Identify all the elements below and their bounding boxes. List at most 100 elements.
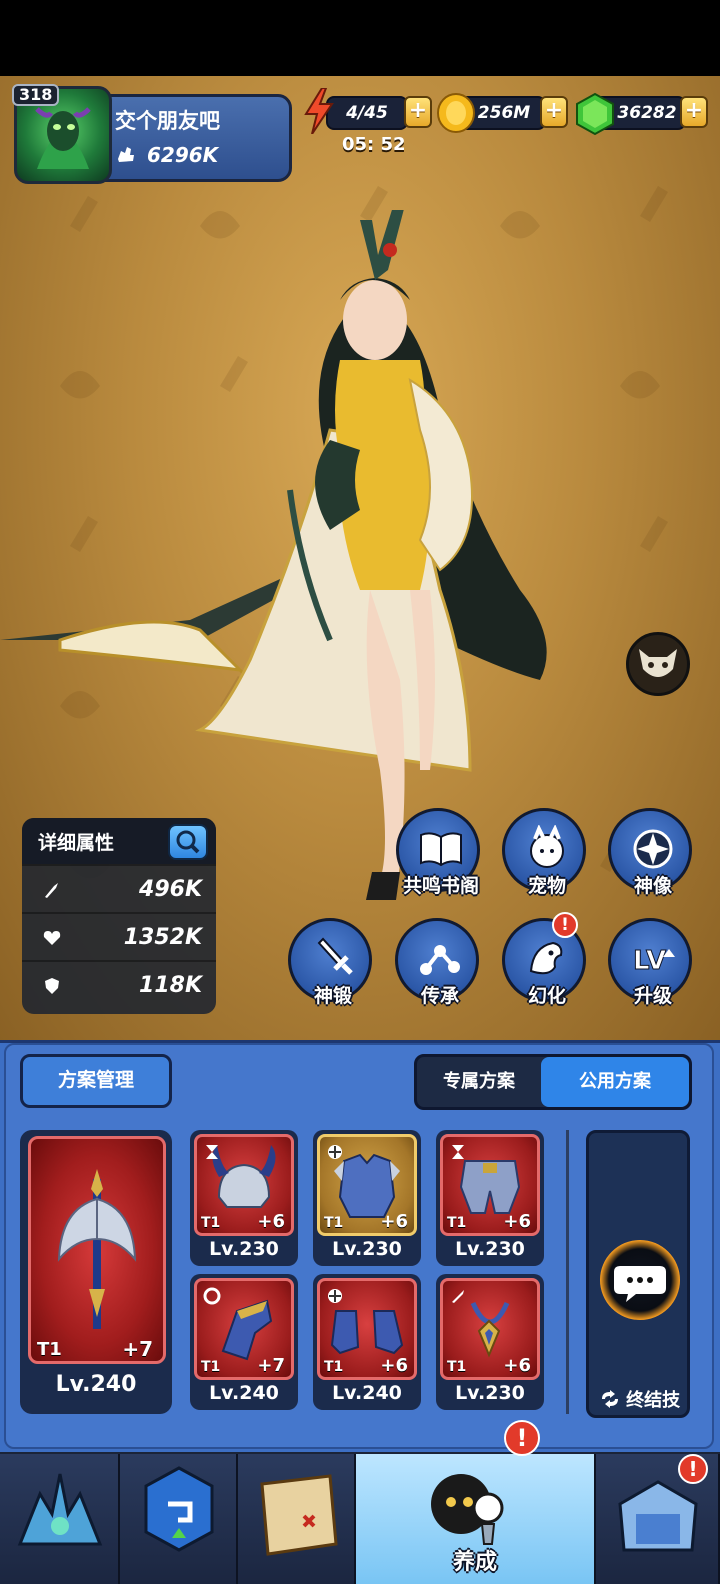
- gear-type-icon: [328, 1289, 342, 1303]
- equip-image: T1 +7: [194, 1278, 294, 1380]
- equip-tier: T1: [201, 1215, 221, 1231]
- inherit-icon: [420, 945, 460, 975]
- equip-enhance: +6: [380, 1355, 408, 1376]
- equip-tier: T1: [201, 1359, 221, 1375]
- statue-icon: [633, 829, 673, 869]
- equip-image: T1 +6: [440, 1134, 540, 1236]
- treasure-map-icon: [260, 1474, 338, 1556]
- magnifier-icon: [176, 830, 200, 854]
- equip-image: T1 +6: [194, 1134, 294, 1236]
- equip-slot-gloves[interactable]: T1 +7 Lv.240: [190, 1274, 298, 1410]
- svg-text:LV: LV: [633, 946, 666, 976]
- nav-tab-hero[interactable]: [0, 1454, 120, 1584]
- character-illustration: [0, 210, 547, 900]
- blue-gem-badge-icon: [144, 1466, 214, 1552]
- equip-level: Lv.240: [332, 1382, 402, 1404]
- stat-row-attack: 496K: [22, 864, 216, 912]
- equip-enhance: +6: [257, 1211, 285, 1232]
- weapon-level: Lv.240: [55, 1372, 137, 1397]
- equip-slot-boots[interactable]: T1 +6 Lv.240: [313, 1274, 421, 1410]
- equip-tier: T1: [324, 1359, 344, 1375]
- plan-tab-switch: 专属方案 公用方案: [414, 1054, 692, 1110]
- transform-alert-badge: !: [552, 912, 578, 938]
- resonance-library-button[interactable]: 共鸣书阁: [396, 808, 480, 897]
- tab-public-plan[interactable]: 公用方案: [541, 1057, 689, 1107]
- stamina-timer: 05: 52: [342, 134, 406, 155]
- divine-forge-label: 神锻: [313, 985, 352, 1007]
- transform-label: 幻化: [527, 985, 566, 1007]
- pet-button[interactable]: 宠物: [502, 808, 586, 897]
- divine-forge-button[interactable]: 神锻: [288, 918, 372, 1007]
- gold-add-button[interactable]: +: [540, 96, 568, 128]
- equip-image: T1 +6: [440, 1278, 540, 1380]
- plan-management-button[interactable]: 方案管理: [20, 1054, 172, 1108]
- combat-power: 6296K: [147, 143, 219, 167]
- swap-arrows-icon: [601, 1390, 618, 1408]
- equip-level: Lv.230: [332, 1238, 402, 1260]
- ultimate-skill-text: 终结技: [626, 1390, 681, 1411]
- pet-icon: [530, 825, 564, 868]
- equip-enhance: +6: [503, 1211, 531, 1232]
- refresh-type-icon: [203, 1287, 221, 1305]
- resonance-library-label: 共鸣书阁: [402, 875, 479, 897]
- stat-hp-value: 1352K: [123, 925, 202, 950]
- book-icon: [420, 832, 462, 867]
- nav-tab-develop[interactable]: 养成: [356, 1454, 596, 1584]
- gem-add-button[interactable]: +: [680, 96, 708, 128]
- equip-image: T1 +6: [317, 1134, 417, 1236]
- equip-level: Lv.230: [455, 1238, 525, 1260]
- equip-level: Lv.240: [209, 1382, 279, 1404]
- stats-detail-button[interactable]: [168, 824, 208, 860]
- crystal-crown-icon: [17, 1473, 103, 1546]
- gear-type-icon: [328, 1145, 342, 1159]
- shop-alert-badge: !: [678, 1454, 708, 1484]
- pet-label: 宠物: [527, 875, 566, 897]
- equip-slot-helmet[interactable]: T1 +6 Lv.230: [190, 1130, 298, 1266]
- stamina-add-button[interactable]: +: [404, 96, 432, 128]
- stat-attack-value: 496K: [139, 877, 202, 902]
- nav-tab-dungeon[interactable]: [120, 1454, 238, 1584]
- tab-exclusive-plan[interactable]: 专属方案: [417, 1057, 541, 1107]
- statue-label: 神像: [633, 875, 672, 897]
- transform-icon: [529, 941, 563, 975]
- inheritance-button[interactable]: 传承: [395, 918, 479, 1007]
- equip-slot-armor[interactable]: T1 +6 Lv.230: [313, 1130, 421, 1266]
- weapon-card[interactable]: T1 +7: [28, 1136, 166, 1364]
- equip-slot-necklace[interactable]: T1 +6 Lv.230: [436, 1274, 544, 1410]
- stat-row-hp: 1352K: [22, 912, 216, 960]
- axe-weapon-icon: [57, 1169, 137, 1329]
- nav-develop-label: 养成: [452, 1550, 497, 1575]
- statue-button[interactable]: 神像: [608, 808, 692, 897]
- shield-icon: [45, 978, 59, 994]
- demon-face-icon: [639, 649, 677, 677]
- sword-stat-icon: [45, 883, 58, 898]
- equip-slot-pants[interactable]: T1 +6 Lv.230: [436, 1130, 544, 1266]
- lightning-icon: [304, 88, 334, 134]
- status-bar: [0, 0, 720, 76]
- inheritance-label: 传承: [420, 985, 459, 1007]
- swap-character-button[interactable]: [626, 632, 690, 696]
- equip-enhance: +7: [257, 1355, 285, 1376]
- equip-tier: T1: [324, 1215, 344, 1231]
- equip-image: T1 +6: [317, 1278, 417, 1380]
- player-info-panel[interactable]: 交个朋友吧 6296K: [100, 94, 292, 182]
- stat-row-defense: 118K: [22, 960, 216, 1008]
- power-fist-icon: [118, 147, 134, 162]
- nav-tab-map[interactable]: [238, 1454, 356, 1584]
- develop-alert-badge: !: [504, 1420, 540, 1456]
- develop-character-icon: [431, 1474, 504, 1545]
- stamina-value: 4/45: [326, 96, 408, 130]
- level-up-label: 升级: [633, 985, 672, 1007]
- weapon-enhance: +7: [122, 1337, 153, 1361]
- chat-bubble-icon: [614, 1266, 666, 1302]
- heart-icon: [43, 931, 61, 945]
- ultimate-skill-orb[interactable]: [600, 1240, 680, 1320]
- hourglass-icon: [452, 1145, 464, 1159]
- stat-defense-value: 118K: [139, 973, 202, 998]
- detailed-stats-panel: 详细属性 496K 1352K 118K: [22, 818, 216, 1014]
- player-name: 交个朋友吧: [115, 109, 220, 133]
- gold-coin-icon: [437, 93, 475, 133]
- green-gem-icon: [576, 92, 614, 136]
- level-up-button[interactable]: LV 升级: [608, 918, 692, 1007]
- sword-icon: [317, 937, 353, 975]
